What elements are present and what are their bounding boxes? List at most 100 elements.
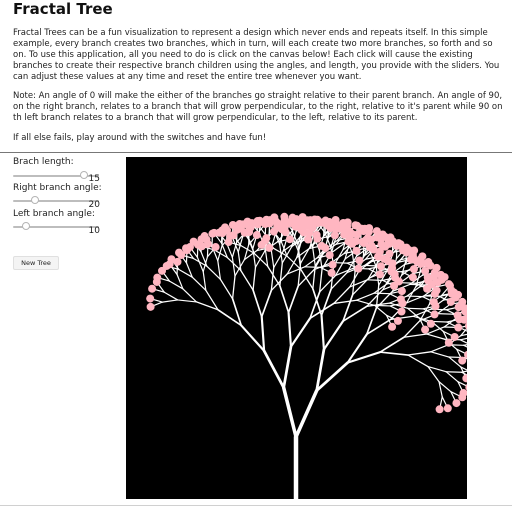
tree-leaf: [398, 299, 407, 308]
fractal-tree-canvas[interactable]: [126, 157, 481, 502]
tree-leaf: [295, 218, 304, 227]
tree-leaf: [255, 216, 264, 225]
tree-leaf: [444, 338, 453, 347]
tree-leaf: [402, 243, 411, 252]
tree-leaf: [421, 325, 430, 334]
tree-leaf: [355, 256, 364, 265]
tree-branch: [205, 289, 219, 311]
tree-leaf: [162, 261, 171, 270]
tree-leaf: [167, 255, 176, 264]
tree-leaf: [458, 356, 467, 365]
tree-branch: [426, 333, 446, 340]
tree-leaf: [426, 319, 435, 328]
tree-branch: [463, 344, 476, 352]
tree-branch: [163, 291, 179, 301]
tree-branch: [231, 256, 236, 277]
tree-branch: [270, 248, 275, 269]
tree-branch: [412, 308, 432, 317]
tree-leaf: [269, 227, 278, 236]
tree-branch: [445, 371, 463, 373]
tree-leaf: [303, 216, 312, 225]
branch-length-label: Brach length:: [13, 157, 74, 167]
tree-leaf: [388, 237, 397, 246]
tree-branch: [445, 371, 459, 383]
tree-branch: [252, 289, 263, 318]
tree-leaf: [394, 277, 403, 286]
tree-leaf: [365, 224, 374, 233]
tree-leaf: [262, 215, 271, 224]
tree-branch: [459, 336, 474, 341]
tree-leaf: [385, 249, 394, 258]
tree-leaf: [452, 399, 461, 408]
tree-leaf: [450, 332, 459, 341]
intro-paragraph: Fractal Trees can be a fun visualization…: [13, 28, 500, 82]
tree-leaf: [358, 237, 367, 246]
right-angle-label: Right branch angle:: [13, 183, 102, 193]
fractal-tree-drawing: [146, 212, 481, 502]
tree-branch: [287, 285, 299, 314]
tree-leaf: [262, 234, 271, 243]
tree-leaf: [325, 251, 334, 260]
tree-leaf: [321, 216, 330, 225]
tree-leaf: [416, 255, 425, 264]
tree-leaf: [393, 316, 402, 325]
tree-branch: [240, 324, 266, 352]
tree-leaf: [458, 393, 467, 402]
tree-leaf: [410, 246, 419, 255]
tree-leaf: [432, 286, 441, 295]
tree-branch: [318, 274, 337, 293]
tree-branch: [318, 268, 323, 293]
tree-branch: [430, 344, 449, 353]
tree-leaf: [153, 273, 162, 282]
tree-leaf: [424, 258, 433, 267]
tree-branch: [195, 301, 219, 311]
tree-branch: [406, 295, 424, 298]
tree-branch: [279, 262, 283, 287]
tree-branch: [407, 354, 429, 368]
slider-thumb[interactable]: [30, 196, 39, 204]
tree-branch: [436, 313, 454, 315]
tree-leaf: [443, 404, 452, 413]
tree-leaf: [236, 224, 245, 233]
tree-leaf: [327, 268, 336, 277]
tree-branch: [177, 299, 198, 303]
tree-leaf: [376, 262, 385, 271]
tree-branch: [294, 388, 319, 439]
tree-leaf: [182, 244, 191, 253]
left-angle-value: 10: [88, 226, 100, 236]
tree-leaf: [437, 275, 446, 284]
tip-paragraph: If all else fails, play around with the …: [13, 133, 267, 143]
tree-branch: [373, 292, 391, 295]
tree-branch: [379, 351, 409, 356]
tree-leaf: [328, 260, 337, 269]
tree-leaf: [376, 234, 385, 243]
tree-leaf: [331, 216, 340, 225]
tree-branch: [161, 299, 179, 303]
tree-branch: [430, 351, 450, 358]
tree-leaf: [343, 222, 352, 231]
tree-leaf: [247, 219, 256, 228]
tree-leaf: [313, 218, 322, 227]
slider-thumb[interactable]: [21, 222, 30, 230]
tree-branch: [282, 345, 293, 390]
tree-leaf: [397, 287, 406, 296]
tree-branch: [407, 307, 424, 310]
tree-leaf: [387, 267, 396, 276]
tree-branch: [289, 317, 312, 348]
tree-branch: [355, 292, 375, 301]
tree-leaf: [280, 221, 289, 230]
tree-leaf: [388, 259, 397, 268]
tree-leaf: [252, 231, 261, 240]
tree-leaf: [146, 302, 155, 311]
new-tree-button[interactable]: New Tree: [13, 256, 59, 270]
tree-leaf: [228, 220, 237, 229]
tree-leaf: [189, 237, 198, 246]
tree-leaf: [270, 213, 279, 222]
tree-leaf: [265, 243, 274, 252]
tree-branch: [304, 266, 321, 268]
tree-leaf: [409, 265, 418, 274]
tree-branch: [351, 277, 370, 296]
tree-leaf: [288, 219, 297, 228]
tree-leaf: [202, 235, 211, 244]
tree-leaf: [229, 231, 238, 240]
